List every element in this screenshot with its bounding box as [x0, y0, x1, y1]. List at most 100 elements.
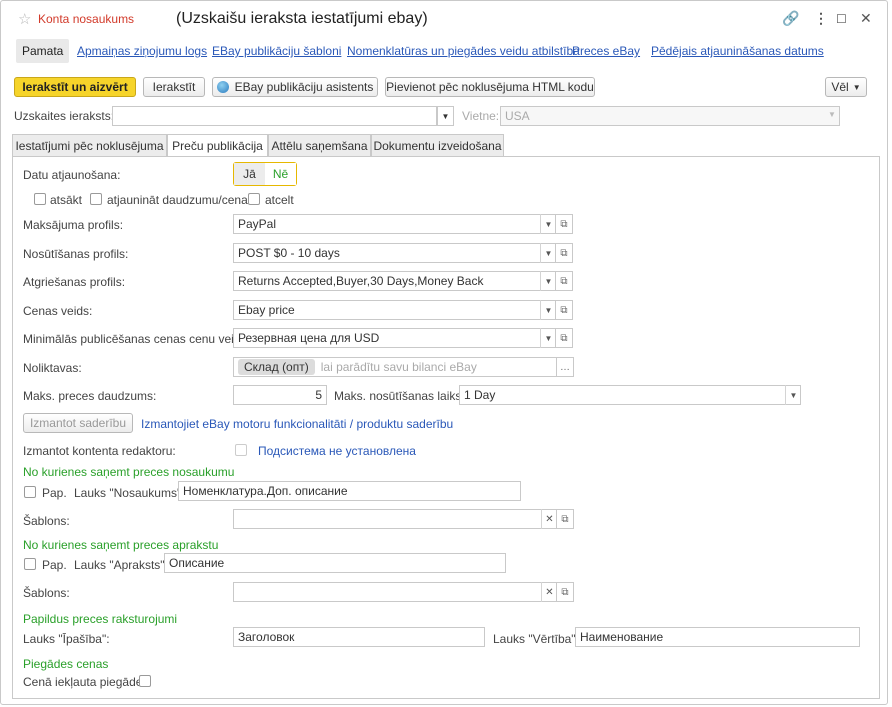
editor-checkbox [235, 444, 247, 456]
nav-message-log[interactable]: Apmaiņas ziņojumu logs [77, 44, 207, 58]
section-attributes: Papildus preces raksturojumi [23, 612, 178, 626]
chevron-down-icon: ▼ [852, 82, 861, 92]
payment-dropdown-icon[interactable]: ▼ [540, 214, 556, 234]
cancel-checkbox[interactable] [248, 193, 260, 205]
section-desc-source: No kurienes saņemt preces aprakstu [23, 538, 219, 552]
template2-label: Šablons: [23, 586, 70, 600]
template2-open-icon[interactable]: ⧉ [557, 582, 574, 602]
nav-templates[interactable]: EBay publikāciju šabloni [212, 44, 341, 58]
field-name-input[interactable]: Номенклатура.Доп. описание [178, 481, 521, 501]
site-label: Vietne: [462, 109, 500, 123]
val-input[interactable]: Наименование [575, 627, 860, 647]
max-qty-label: Maks. preces daudzums: [23, 389, 157, 403]
template-open-icon[interactable]: ⧉ [557, 509, 574, 529]
toggle-yes[interactable]: Jā [234, 163, 265, 185]
account-name: Konta nosaukums [38, 12, 135, 26]
payment-input[interactable]: PayPal [233, 214, 556, 234]
field-desc-label: Lauks "Apraksts": [74, 558, 168, 572]
save-and-close-button[interactable]: Ierakstīt un aizvērt [14, 77, 136, 97]
pap-desc-label: Pap. [42, 558, 67, 572]
pap-name-label: Pap. [42, 486, 67, 500]
price-type-dropdown-icon[interactable]: ▼ [540, 300, 556, 320]
save-button[interactable]: Ierakstīt [143, 77, 205, 97]
ship-included-checkbox[interactable] [139, 675, 151, 687]
tab-document-creation[interactable]: Dokumentu izveidošana [371, 134, 504, 156]
more-label: Vēl [831, 80, 849, 94]
template2-input[interactable] [233, 582, 557, 602]
start-checkbox[interactable] [34, 193, 46, 205]
prop-input[interactable]: Заголовок [233, 627, 485, 647]
val-label: Lauks "Vērtība": [493, 632, 579, 646]
field-name-label: Lauks "Nosaukums": [74, 486, 185, 500]
template-input[interactable] [233, 509, 557, 529]
max-ship-label: Maks. nosūtīšanas laiks: [334, 389, 465, 403]
publication-assistant-button[interactable]: EBay publikāciju asistents [212, 77, 378, 97]
min-price-label: Minimālās publicēšanas cenas cenu veids: [23, 332, 250, 346]
template-label: Šablons: [23, 514, 70, 528]
nav-nomenclature-mapping[interactable]: Nomenklatūras un piegādes veidu atbilstī… [347, 44, 580, 58]
site-dropdown-icon: ▼ [828, 110, 836, 119]
section-shipping-prices: Piegādes cenas [23, 657, 109, 671]
editor-label: Izmantot kontenta redaktoru: [23, 444, 176, 458]
section-name-source: No kurienes saņemt preces nosaukumu [23, 465, 235, 479]
tab-goods-publication[interactable]: Preču publikācija [167, 134, 268, 157]
pap-desc-checkbox[interactable] [24, 558, 36, 570]
warehouse-chip[interactable]: Склад (опт) [238, 359, 315, 375]
site-input: USA [500, 106, 840, 126]
warehouse-hint: lai parādītu savu bilanci eBay [320, 360, 477, 374]
warehouse-input[interactable]: Склад (опт) lai parādītu savu bilanci eB… [233, 357, 557, 377]
more-vertical-icon[interactable]: ⋮ [814, 10, 828, 27]
cancel-label: atcelt [265, 193, 294, 207]
more-button[interactable]: Vēl ▼ [825, 77, 867, 97]
price-type-open-icon[interactable]: ⧉ [556, 300, 573, 320]
min-price-input[interactable]: Резервная цена для USD [233, 328, 556, 348]
nav-last-update[interactable]: Pēdējais atjaunināšanas datums [651, 44, 824, 58]
template-clear-icon[interactable]: ✕ [541, 509, 557, 529]
update-label: Datu atjaunošana: [23, 168, 121, 182]
warehouse-select-button[interactable]: … [557, 357, 574, 377]
payment-label: Maksājuma profils: [23, 218, 124, 232]
editor-note: Подсистема не установлена [258, 444, 416, 458]
max-qty-input[interactable]: 5 [233, 385, 327, 405]
shipping-input[interactable]: POST $0 - 10 days [233, 243, 556, 263]
return-label: Atgriešanas profils: [23, 275, 126, 289]
warehouse-label: Noliktavas: [23, 361, 82, 375]
compatibility-link[interactable]: Izmantojiet eBay motoru funkcionalitāti … [141, 417, 453, 431]
update-qty-checkbox[interactable] [90, 193, 102, 205]
shipping-open-icon[interactable]: ⧉ [556, 243, 573, 263]
toggle-no[interactable]: Nē [265, 163, 296, 185]
max-ship-input[interactable]: 1 Day [459, 385, 801, 405]
update-toggle[interactable]: Jā Nē [233, 162, 297, 186]
pap-name-checkbox[interactable] [24, 486, 36, 498]
publication-assistant-label: EBay publikāciju asistents [234, 80, 374, 94]
add-default-html-button[interactable]: Pievienot pēc noklusējuma HTML kodu [385, 77, 595, 97]
min-price-open-icon[interactable]: ⧉ [556, 328, 573, 348]
return-dropdown-icon[interactable]: ▼ [540, 271, 556, 291]
use-compatibility-button[interactable]: Izmantot saderību [23, 413, 133, 433]
maximize-icon[interactable]: ☐ [836, 12, 847, 26]
favorite-star-icon[interactable]: ☆ [18, 10, 31, 28]
shipping-label: Nosūtīšanas profils: [23, 247, 129, 261]
price-type-input[interactable]: Ebay price [233, 300, 556, 320]
nav-ebay-goods[interactable]: Preces eBay [572, 44, 640, 58]
tab-default-settings[interactable]: Iestatījumi pēc noklusējuma [12, 134, 167, 156]
link-icon[interactable]: 🔗 [782, 10, 799, 27]
shipping-dropdown-icon[interactable]: ▼ [540, 243, 556, 263]
nav-pamata[interactable]: Pamata [16, 39, 70, 63]
field-desc-input[interactable]: Описание [164, 553, 506, 573]
record-dropdown-button[interactable]: ▼ [437, 106, 454, 126]
payment-open-icon[interactable]: ⧉ [556, 214, 573, 234]
template2-clear-icon[interactable]: ✕ [541, 582, 557, 602]
close-icon[interactable]: ✕ [860, 10, 872, 27]
start-label: atsākt [50, 193, 83, 207]
ship-included-label: Cenā iekļauta piegāde: [23, 675, 146, 689]
record-input[interactable] [112, 106, 437, 126]
record-label: Uzskaites ieraksts: [14, 109, 115, 123]
return-input[interactable]: Returns Accepted,Buyer,30 Days,Money Bac… [233, 271, 556, 291]
min-price-dropdown-icon[interactable]: ▼ [540, 328, 556, 348]
prop-label: Lauks "Īpašība": [23, 632, 110, 646]
tab-image-retrieval[interactable]: Attēlu saņemšana [268, 134, 371, 156]
page-title: (Uzskaišu ieraksta iestatījumi ebay) [176, 10, 428, 27]
max-ship-dropdown-icon[interactable]: ▼ [785, 385, 801, 405]
return-open-icon[interactable]: ⧉ [556, 271, 573, 291]
